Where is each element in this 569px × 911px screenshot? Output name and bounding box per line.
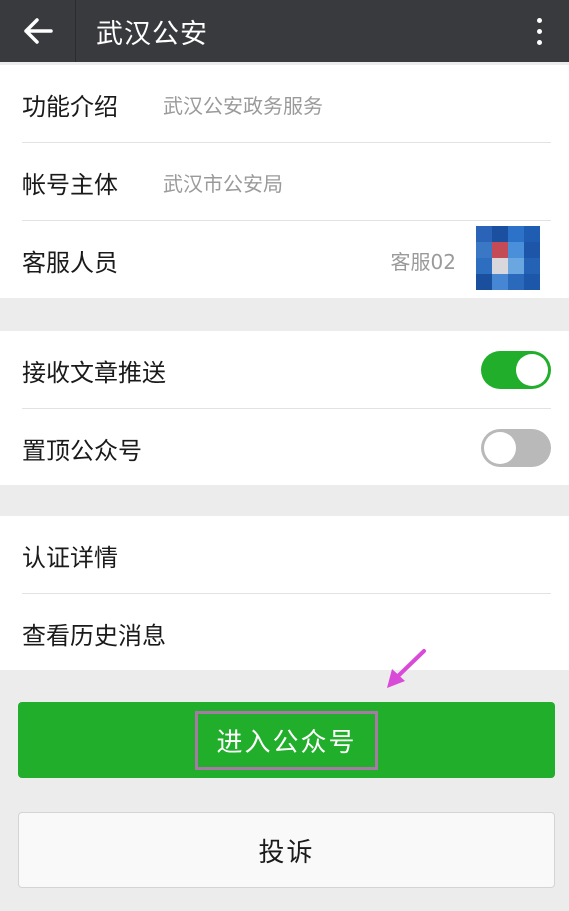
more-vertical-icon [536, 17, 542, 23]
toggle-knob [484, 432, 516, 464]
top-bar: 武汉公安 [0, 0, 569, 62]
settings-group: 接收文章推送 置顶公众号 [0, 331, 569, 485]
push-label: 接收文章推送 [22, 358, 166, 387]
back-button[interactable] [0, 0, 76, 62]
complain-button[interactable]: 投诉 [18, 812, 555, 888]
more-button[interactable] [527, 10, 551, 52]
customer-service-avatar[interactable] [476, 226, 540, 290]
intro-value: 武汉公安政务服务 [163, 93, 323, 118]
customer-service-label: 客服人员 [22, 248, 118, 277]
push-toggle[interactable] [481, 351, 551, 389]
info-group: 功能介绍 武汉公安政务服务 帐号主体 武汉市公安局 客服人员 客服02 [0, 65, 569, 298]
enter-account-button[interactable]: 进入公众号 [18, 702, 555, 778]
history-row[interactable]: 查看历史消息 [0, 594, 569, 672]
verify-label: 认证详情 [22, 543, 118, 572]
push-row: 接收文章推送 [0, 331, 569, 409]
page-title: 武汉公安 [96, 18, 208, 50]
intro-row: 功能介绍 武汉公安政务服务 [0, 65, 569, 143]
account-row[interactable]: 帐号主体 武汉市公安局 [0, 143, 569, 221]
intro-label: 功能介绍 [22, 92, 118, 121]
annotation-arrow-icon [387, 649, 426, 688]
pin-toggle[interactable] [481, 429, 551, 467]
customer-service-row[interactable]: 客服人员 客服02 [0, 221, 569, 299]
customer-service-value: 客服02 [390, 249, 456, 274]
more-group: 认证详情 查看历史消息 [0, 516, 569, 670]
arrow-left-icon [23, 18, 53, 44]
verify-row[interactable]: 认证详情 [0, 516, 569, 594]
toggle-knob [516, 354, 548, 386]
history-label: 查看历史消息 [22, 621, 166, 650]
pin-label: 置顶公众号 [22, 436, 142, 465]
account-label: 帐号主体 [22, 170, 118, 199]
complain-label: 投诉 [258, 837, 315, 868]
account-value: 武汉市公安局 [163, 171, 283, 196]
enter-account-label: 进入公众号 [195, 710, 378, 770]
pin-row: 置顶公众号 [0, 409, 569, 487]
